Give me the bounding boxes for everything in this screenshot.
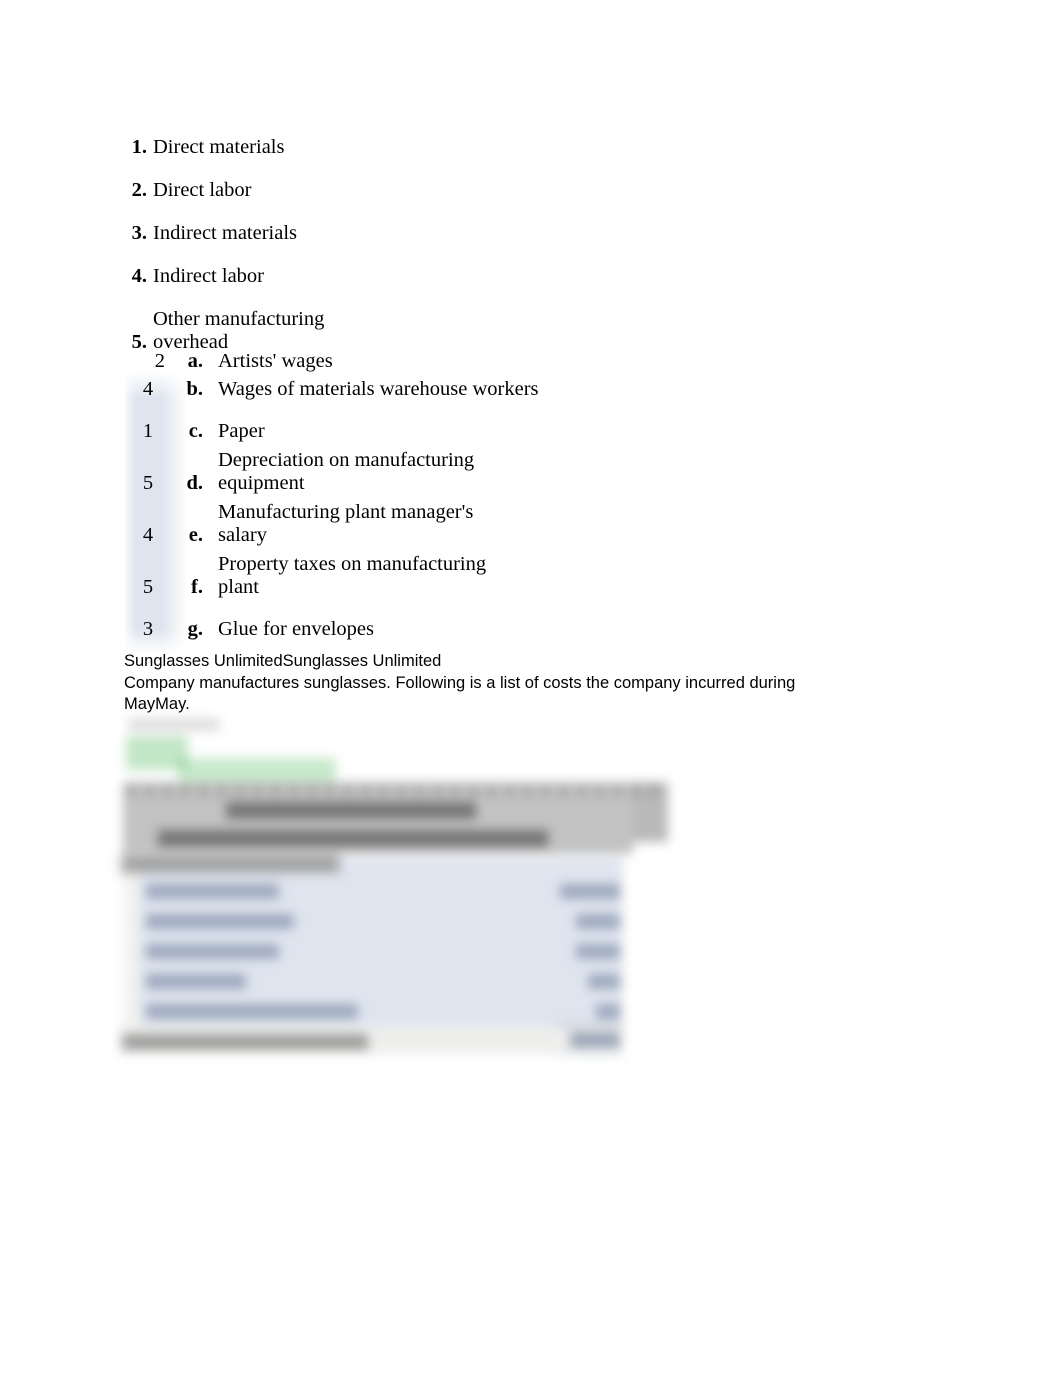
problem-statement-line-3: MayMay. (124, 695, 190, 713)
cost-category-label: Other manufacturing overhead (153, 308, 725, 354)
cost-item-letter: b. (186, 378, 203, 400)
cost-category-number: 4. (131, 265, 147, 287)
blurred-green-heading (178, 758, 336, 784)
cost-category-label: Direct materials (153, 136, 285, 158)
blurred-table-subtitle (158, 830, 548, 847)
cost-category-number: 1. (131, 136, 147, 158)
table-body-band (123, 858, 623, 1026)
document-page: 1. Direct materials 2. Direct labor 3. I… (0, 0, 1062, 1377)
blurred-total-amount (570, 1032, 620, 1048)
table-total-amount-band (558, 1022, 623, 1056)
cost-item-letter: g. (187, 618, 203, 640)
cost-item-row: 1 c. Paper (125, 420, 765, 443)
cost-item-description-line-1: Property taxes on manufacturing (218, 553, 487, 575)
cost-item-description: Property taxes on manufacturing plant (209, 553, 765, 599)
cost-item-description: Wages of materials warehouse workers (218, 378, 539, 400)
blurred-row-amount (588, 974, 620, 989)
cost-item-letter: f. (191, 576, 203, 598)
table-header-band (123, 782, 668, 842)
cost-category-label: Direct labor (153, 179, 252, 201)
cost-item-description: Paper (218, 420, 265, 442)
cost-item-list: 2 a. Artists' wages 4 b. Wages of materi… (125, 350, 765, 646)
table-body-band (288, 858, 623, 1043)
cost-item-answer[interactable]: 1 (125, 420, 171, 443)
cost-item-description-line-1: Manufacturing plant manager's (218, 501, 474, 523)
blurred-row-amount (576, 914, 620, 929)
blurred-total-label (123, 1034, 368, 1050)
cost-item-row: 5 d. Depreciation on manufacturing equip… (125, 449, 765, 495)
cost-category-label: Indirect materials (153, 222, 298, 244)
table-header-band (123, 782, 633, 854)
table-section-band (118, 852, 343, 876)
cost-item-answer[interactable]: 4 (125, 524, 171, 547)
problem-statement: Sunglasses UnlimitedSunglasses Unlimited… (124, 651, 840, 716)
blurred-text-block (128, 786, 668, 796)
cost-item-row: 4 e. Manufacturing plant manager's salar… (125, 501, 765, 547)
blurred-text-block (128, 718, 220, 731)
blurred-green-heading (126, 736, 188, 770)
cost-item-letter: e. (188, 524, 203, 546)
cost-item-letter: d. (186, 472, 203, 494)
cost-item-description: Manufacturing plant manager's salary (209, 501, 765, 547)
cost-item-answer[interactable]: 5 (125, 576, 171, 599)
table-total-rule (558, 1024, 624, 1026)
cost-item-letter: c. (188, 420, 203, 442)
problem-statement-line-1: Sunglasses UnlimitedSunglasses Unlimited (124, 652, 442, 670)
table-left-strip (123, 858, 139, 1048)
blurred-row-label (146, 944, 279, 959)
cost-item-answer[interactable]: 3 (125, 618, 171, 641)
cost-category-number: 3. (131, 222, 147, 244)
blurred-section-label (123, 856, 338, 872)
cost-category-list: 1. Direct materials 2. Direct labor 3. I… (125, 136, 725, 360)
problem-statement-line-2: Company manufactures sunglasses. Followi… (124, 673, 796, 692)
cost-item-answer[interactable]: 5 (125, 472, 171, 495)
blurred-row-label (146, 914, 294, 929)
cost-item-description: Glue for envelopes (218, 618, 374, 640)
cost-item-description-line-1: Depreciation on manufacturing (218, 449, 475, 471)
cost-category-label: Indirect labor (153, 265, 264, 287)
cost-item-row: 2 a. Artists' wages (125, 350, 765, 373)
blurred-row-amount (560, 884, 620, 899)
cost-category-item: 4. Indirect labor (125, 265, 725, 288)
cost-item-description: Depreciation on manufacturing equipment (209, 449, 765, 495)
cost-item-description: Artists' wages (218, 350, 333, 372)
blurred-row-label (146, 884, 279, 899)
blurred-table-title (226, 802, 476, 819)
cost-item-row: 5 f. Property taxes on manufacturing pla… (125, 553, 765, 599)
cost-category-number: 2. (131, 179, 147, 201)
blurred-attached-table (118, 706, 678, 1061)
blurred-row-label (146, 1004, 358, 1019)
cost-item-description-line-2: equipment (218, 472, 305, 494)
cost-category-item: 3. Indirect materials (125, 222, 725, 245)
blurred-row-label (146, 974, 246, 989)
blurred-row-amount (576, 944, 620, 959)
cost-category-label-line-1: Other manufacturing (153, 308, 325, 330)
cost-item-answer[interactable]: 2 (125, 350, 171, 373)
cost-item-row: 4 b. Wages of materials warehouse worker… (125, 378, 765, 401)
cost-category-item: 5. Other manufacturing overhead (125, 308, 725, 354)
blurred-row-amount (596, 1004, 620, 1019)
table-total-band (118, 1026, 623, 1054)
cost-item-answer[interactable]: 4 (125, 378, 171, 401)
cost-item-description-line-2: salary (218, 524, 267, 546)
cost-category-item: 2. Direct labor (125, 179, 725, 202)
cost-item-row: 3 g. Glue for envelopes (125, 618, 765, 641)
cost-category-item: 1. Direct materials (125, 136, 725, 159)
cost-item-description-line-2: plant (218, 576, 259, 598)
cost-item-letter: a. (187, 350, 203, 372)
